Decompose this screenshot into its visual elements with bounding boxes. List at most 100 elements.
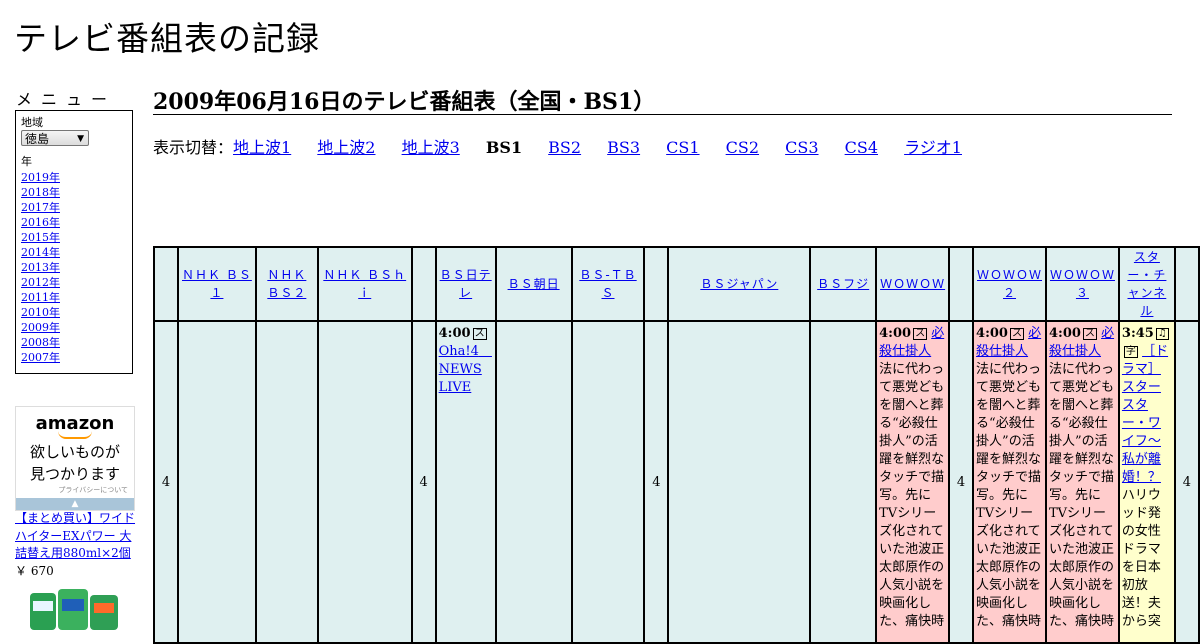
switch-link-cs1[interactable]: CS1 — [666, 138, 699, 157]
switch-link-cs2[interactable]: CS2 — [726, 138, 759, 157]
hour-header-cell — [643, 246, 670, 322]
year-link[interactable]: 2011年 — [21, 291, 60, 304]
channel-link[interactable]: ＢＳ-ＴＢＳ — [573, 266, 644, 302]
product-link[interactable]: 【まとめ買い】ワイドハイターEXパワー 大詰替え用880ml×2個 — [15, 510, 137, 563]
chevron-up-icon: ▲ — [71, 499, 79, 509]
year-link[interactable]: 2019年 — [21, 171, 60, 184]
menu-heading: メニュー — [16, 90, 117, 109]
ad-copy: 欲しいものが 見つかります — [16, 441, 134, 485]
year-link[interactable]: 2009年 — [21, 321, 60, 334]
hour-cell: 4 — [153, 320, 179, 644]
region-select-value: 徳島 — [25, 132, 50, 146]
switch-link-bs2[interactable]: BS2 — [548, 138, 581, 157]
hour-cell: 4 — [643, 320, 670, 644]
channel-link[interactable]: ＢＳ朝日 — [506, 275, 562, 293]
year-link[interactable]: 2008年 — [21, 336, 60, 349]
hour-cell: 4 — [948, 320, 975, 644]
product-image[interactable] — [24, 585, 126, 630]
ad-privacy-link[interactable]: プライバシーについて — [16, 485, 134, 495]
program-time: 3:45 — [1121, 326, 1154, 341]
program-description: 法に代わって悪党どもを闇へと葬る“必殺仕掛人”の活躍を鮮烈なタッチで描写。先にT… — [976, 362, 1042, 629]
program-cell: 4:00 ス Oha!4 NEWS LIVE — [434, 320, 497, 644]
stereo-icon: ス — [1082, 328, 1097, 340]
switch-current-bs1: BS1 — [485, 138, 523, 157]
program-cell: 4:00 ス 必殺仕掛人 法に代わって悪党どもを闇へと葬る“必殺仕掛人”の活躍を鮮… — [1044, 320, 1120, 644]
chevron-down-icon: ▼ — [77, 134, 84, 144]
stereo-icon: ス — [913, 328, 928, 340]
hour-header-cell — [948, 246, 975, 322]
menu-box: 地域 徳島 ▼ 年 2019年 2018年 2017年 2016年 2015年 … — [15, 110, 133, 374]
program-cell-empty — [570, 320, 646, 644]
channel-link[interactable]: スター・チャンネル — [1120, 248, 1174, 320]
region-label: 地域 — [21, 116, 43, 129]
switch-link-cs3[interactable]: CS3 — [785, 138, 818, 157]
year-link[interactable]: 2012年 — [21, 276, 60, 289]
page-title: 2009年06月16日のテレビ番組表（全国・BS1） — [153, 84, 1172, 115]
ad-copy-line: 欲しいものが — [29, 443, 120, 461]
program-description: 法に代わって悪党どもを闇へと葬る“必殺仕掛人”の活躍を鮮烈なタッチで描写。先にT… — [879, 362, 945, 629]
switcher-label: 表示切替： — [153, 138, 234, 157]
program-cell-empty — [176, 320, 257, 644]
switch-link-terrestrial-2[interactable]: 地上波2 — [317, 138, 375, 157]
schedule-table: ＮＨＫ ＢＳ１ ＮＨＫ ＢＳ２ ＮＨＫ ＢＳｈｉ ＢＳ日テレ ＢＳ朝日 ＢＳ-Ｔ… — [153, 246, 1200, 644]
program-cell-empty — [494, 320, 573, 644]
channel-link[interactable]: ＮＨＫ ＢＳｈｉ — [319, 266, 411, 302]
program-cell: 4:00 ス 必殺仕掛人 法に代わって悪党どもを闇へと葬る“必殺仕掛人”の活躍を鮮… — [972, 320, 1047, 644]
year-link[interactable]: 2017年 — [21, 201, 60, 214]
ad-copy-line: 見つかります — [29, 465, 120, 483]
year-link[interactable]: 2007年 — [21, 351, 60, 364]
ad-expand-bar[interactable]: ▲ — [16, 498, 134, 510]
switch-link-terrestrial-3[interactable]: 地上波3 — [402, 138, 460, 157]
switch-link-terrestrial-1[interactable]: 地上波1 — [233, 138, 291, 157]
program-cell-empty — [809, 320, 878, 644]
channel-link[interactable]: ＢＳジャパン — [698, 275, 780, 293]
channel-header: ＮＨＫ ＢＳ２ — [254, 246, 319, 322]
program-cell: 3:45 ♫ 字 ［ドラマ］スタースター・ワイフ～私が離婚！？ ハリウッド発の女性… — [1117, 320, 1176, 644]
channel-header: ＮＨＫ ＢＳｈｉ — [316, 246, 413, 322]
switch-link-radio1[interactable]: ラジオ1 — [904, 138, 962, 157]
program-time: 4:00 — [438, 326, 471, 341]
program-description: 法に代わって悪党どもを闇へと葬る“必殺仕掛人”の活躍を鮮烈なタッチで描写。先にT… — [1048, 362, 1114, 629]
program-title-link[interactable]: ［ドラマ］スタースター・ワイフ～私が離婚！？ — [1122, 344, 1168, 485]
program-time: 4:00 — [976, 326, 1008, 341]
switch-link-cs4[interactable]: CS4 — [845, 138, 878, 157]
channel-header: ＮＨＫ ＢＳ１ — [176, 246, 257, 322]
channel-link[interactable]: ＮＨＫ ＢＳ１ — [179, 266, 255, 302]
stereo-icon: ス — [472, 328, 487, 340]
channel-link[interactable]: ＮＨＫ ＢＳ２ — [257, 266, 317, 302]
hour-header-cell — [1173, 246, 1200, 322]
stereo-icon: ス — [1009, 328, 1024, 340]
channel-header: ＷＯＷＯＷ２ — [972, 246, 1047, 322]
site-title: テレビ番組表の記録 — [14, 19, 320, 58]
year-label: 年 — [21, 155, 32, 168]
channel-link[interactable]: ＷＯＷＯＷ — [878, 275, 947, 293]
hour-cell: 4 — [1173, 320, 1200, 644]
subtitle-icon: 字 — [1123, 346, 1138, 358]
program-cell-empty — [667, 320, 812, 644]
hour-header-cell — [410, 246, 437, 322]
year-link[interactable]: 2013年 — [21, 261, 60, 274]
channel-header: ＷＯＷＯＷ — [875, 246, 951, 322]
channel-header: ＷＯＷＯＷ３ — [1044, 246, 1120, 322]
region-select[interactable]: 徳島 ▼ — [21, 130, 89, 146]
channel-link[interactable]: ＷＯＷＯＷ３ — [1047, 266, 1118, 302]
channel-link[interactable]: ＷＯＷＯＷ２ — [974, 266, 1045, 302]
channel-link[interactable]: ＢＳ日テレ — [437, 266, 495, 302]
year-list: 2019年 2018年 2017年 2016年 2015年 2014年 2013… — [21, 170, 127, 365]
hour-cell: 4 — [410, 320, 437, 644]
year-link[interactable]: 2014年 — [21, 246, 60, 259]
channel-header-row: ＮＨＫ ＢＳ１ ＮＨＫ ＢＳ２ ＮＨＫ ＢＳｈｉ ＢＳ日テレ ＢＳ朝日 ＢＳ-Ｔ… — [153, 246, 1200, 322]
year-link[interactable]: 2018年 — [21, 186, 60, 199]
hour-header-cell — [153, 246, 179, 322]
switch-link-bs3[interactable]: BS3 — [607, 138, 640, 157]
program-title-link[interactable]: Oha!4 NEWS LIVE — [439, 344, 492, 395]
channel-link[interactable]: ＢＳフジ — [815, 275, 871, 293]
program-time: 4:00 — [1048, 326, 1081, 341]
year-link[interactable]: 2015年 — [21, 231, 60, 244]
program-cell: 4:00 ス 必殺仕掛人 法に代わって悪党どもを闇へと葬る“必殺仕掛人”の活躍を鮮… — [875, 320, 951, 644]
year-link[interactable]: 2016年 — [21, 216, 60, 229]
amazon-ad-banner[interactable]: amazon 欲しいものが 見つかります プライバシーについて ▲ — [15, 406, 135, 511]
program-cell-empty — [254, 320, 319, 644]
year-link[interactable]: 2010年 — [21, 306, 60, 319]
program-cell-empty — [316, 320, 413, 644]
